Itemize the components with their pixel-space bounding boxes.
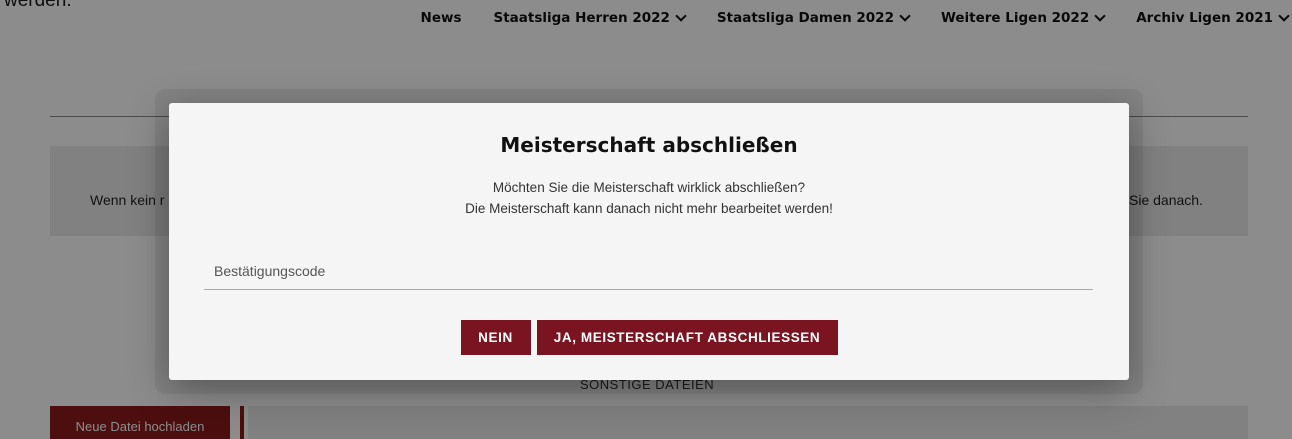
dialog-message-line: Möchten Sie die Meisterschaft wirklick a… [492,180,806,195]
no-button[interactable]: NEIN [460,320,531,355]
confirm-dialog: Meisterschaft abschließen Möchten Sie di… [169,103,1129,380]
confirmation-code-input[interactable] [204,253,1093,289]
dialog-message: Möchten Sie die Meisterschaft wirklick a… [169,177,1129,219]
confirm-close-championship-button[interactable]: JA, MEISTERSCHAFT ABSCHLIESSEN [536,320,838,355]
dialog-title: Meisterschaft abschließen [500,133,798,157]
dialog-actions: NEIN JA, MEISTERSCHAFT ABSCHLIESSEN [169,320,1129,355]
dialog-message-line: Die Meisterschaft kann danach nicht mehr… [465,201,833,216]
confirmation-code-field [204,253,1093,290]
